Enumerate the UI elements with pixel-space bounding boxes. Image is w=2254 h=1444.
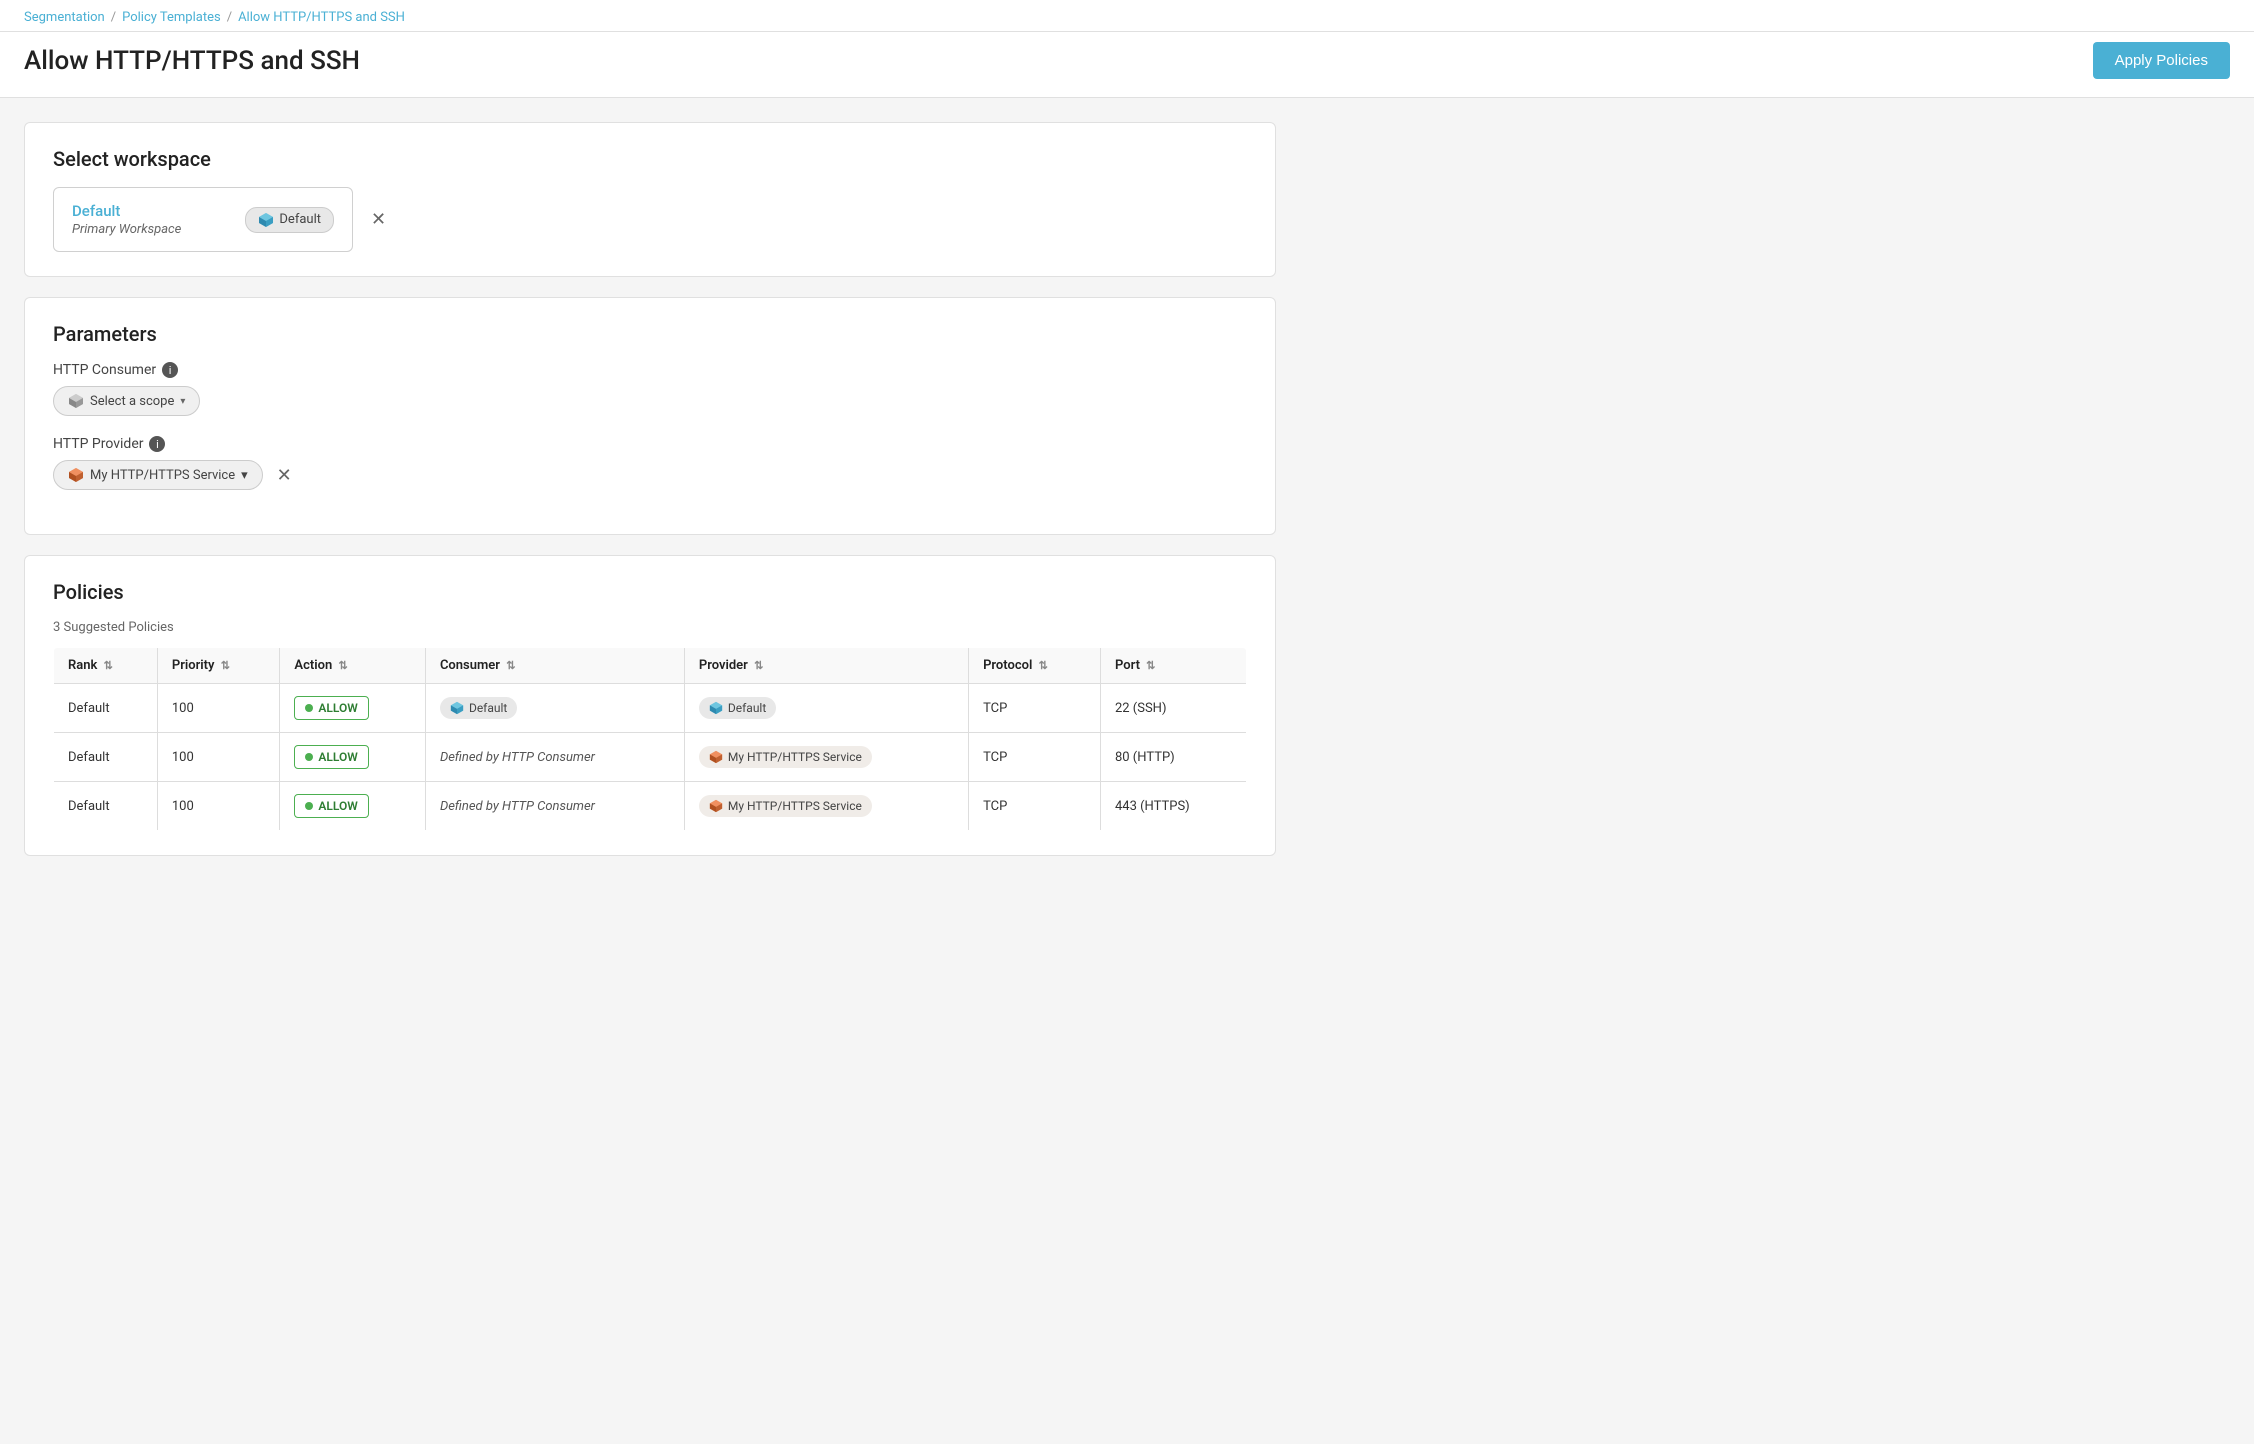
cell-protocol: TCP (969, 782, 1101, 831)
cell-provider: My HTTP/HTTPS Service (684, 733, 968, 782)
scope-dropdown-label: Select a scope (90, 394, 174, 409)
consumer-value: Defined by HTTP Consumer (440, 799, 595, 814)
consumer-cube-icon (450, 701, 464, 715)
cell-provider: Default (684, 684, 968, 733)
provider-remove-button[interactable]: ✕ (277, 465, 292, 486)
provider-orange-cube-icon (709, 799, 723, 813)
allow-badge: ALLOW (294, 696, 368, 720)
cell-rank: Default (54, 782, 158, 831)
cell-rank: Default (54, 733, 158, 782)
provider-cube-icon (709, 701, 723, 715)
suggested-count: 3 Suggested Policies (53, 620, 1247, 635)
cell-consumer: Default (425, 684, 684, 733)
provider-orange-cube-icon (709, 750, 723, 764)
cell-rank: Default (54, 684, 158, 733)
workspace-remove-button[interactable]: ✕ (371, 209, 386, 230)
http-consumer-group: HTTP Consumer i Select a scope ▾ (53, 362, 1247, 416)
provider-badge-orange: My HTTP/HTTPS Service (699, 795, 872, 817)
col-action[interactable]: Action ⇅ (280, 648, 426, 684)
provider-badge-orange: My HTTP/HTTPS Service (699, 746, 872, 768)
default-badge-label: Default (279, 212, 321, 227)
policies-section-title: Policies (53, 580, 1247, 604)
cell-consumer: Defined by HTTP Consumer (425, 733, 684, 782)
http-provider-label: HTTP Provider (53, 436, 143, 452)
cell-port: 443 (HTTPS) (1100, 782, 1246, 831)
col-port[interactable]: Port ⇅ (1100, 648, 1246, 684)
breadcrumb-policy-templates[interactable]: Policy Templates (122, 10, 221, 25)
allow-dot (305, 704, 313, 712)
cell-priority: 100 (157, 782, 280, 831)
breadcrumb-segmentation[interactable]: Segmentation (24, 10, 105, 25)
priority-sort-icon: ⇅ (221, 659, 230, 672)
consumer-sort-icon: ⇅ (506, 659, 515, 672)
page-title: Allow HTTP/HTTPS and SSH (24, 46, 360, 76)
table-row: Default100ALLOWDefined by HTTP Consumer … (54, 733, 1247, 782)
cell-action: ALLOW (280, 782, 426, 831)
http-provider-info-icon: i (149, 436, 165, 452)
table-row: Default100ALLOWDefined by HTTP Consumer … (54, 782, 1247, 831)
workspace-section-title: Select workspace (53, 147, 1247, 171)
port-sort-icon: ⇅ (1146, 659, 1155, 672)
cell-provider: My HTTP/HTTPS Service (684, 782, 968, 831)
breadcrumb-current: Allow HTTP/HTTPS and SSH (238, 10, 405, 25)
consumer-badge: Default (440, 697, 517, 719)
workspace-section: Select workspace Default Primary Workspa… (24, 122, 1276, 277)
allow-badge: ALLOW (294, 794, 368, 818)
workspace-card: Default Primary Workspace Default (53, 187, 353, 252)
cell-port: 80 (HTTP) (1100, 733, 1246, 782)
cell-priority: 100 (157, 684, 280, 733)
cell-protocol: TCP (969, 733, 1101, 782)
cell-protocol: TCP (969, 684, 1101, 733)
parameters-section-title: Parameters (53, 322, 1247, 346)
policies-table: Rank ⇅ Priority ⇅ Action ⇅ Consumer ⇅ (53, 647, 1247, 831)
cell-consumer: Defined by HTTP Consumer (425, 782, 684, 831)
provider-cube-icon (68, 467, 84, 483)
col-rank[interactable]: Rank ⇅ (54, 648, 158, 684)
scope-dropdown-chevron: ▾ (180, 396, 185, 407)
page-header: Allow HTTP/HTTPS and SSH Apply Policies (0, 32, 2254, 98)
allow-badge: ALLOW (294, 745, 368, 769)
provider-sort-icon: ⇅ (754, 659, 763, 672)
allow-dot (305, 802, 313, 810)
workspace-default-badge: Default (245, 207, 334, 233)
apply-policies-button[interactable]: Apply Policies (2093, 42, 2230, 79)
allow-dot (305, 753, 313, 761)
http-provider-dropdown[interactable]: My HTTP/HTTPS Service ▾ (53, 460, 263, 490)
consumer-value: Defined by HTTP Consumer (440, 750, 595, 765)
policies-section: Policies 3 Suggested Policies Rank ⇅ Pri… (24, 555, 1276, 856)
col-priority[interactable]: Priority ⇅ (157, 648, 280, 684)
cube-icon (258, 212, 274, 228)
parameters-section: Parameters HTTP Consumer i Select a scop… (24, 297, 1276, 535)
http-consumer-label: HTTP Consumer (53, 362, 156, 378)
provider-dropdown-value: My HTTP/HTTPS Service (90, 468, 235, 483)
http-provider-group: HTTP Provider i My HTTP/HTTPS Service ▾ … (53, 436, 1247, 490)
cell-priority: 100 (157, 733, 280, 782)
provider-dropdown-chevron: ▾ (241, 468, 248, 483)
cell-action: ALLOW (280, 733, 426, 782)
col-consumer[interactable]: Consumer ⇅ (425, 648, 684, 684)
workspace-subtitle: Primary Workspace (72, 222, 225, 237)
rank-sort-icon: ⇅ (104, 659, 113, 672)
table-row: Default100ALLOW Default Default TCP22 (S… (54, 684, 1247, 733)
scope-cube-icon (68, 393, 84, 409)
http-consumer-dropdown[interactable]: Select a scope ▾ (53, 386, 200, 416)
cell-port: 22 (SSH) (1100, 684, 1246, 733)
http-consumer-info-icon: i (162, 362, 178, 378)
breadcrumb: Segmentation / Policy Templates / Allow … (24, 0, 2230, 31)
workspace-name: Default (72, 202, 225, 220)
cell-action: ALLOW (280, 684, 426, 733)
col-protocol[interactable]: Protocol ⇅ (969, 648, 1101, 684)
provider-badge: Default (699, 697, 776, 719)
protocol-sort-icon: ⇅ (1039, 659, 1048, 672)
action-sort-icon: ⇅ (338, 659, 347, 672)
col-provider[interactable]: Provider ⇅ (684, 648, 968, 684)
